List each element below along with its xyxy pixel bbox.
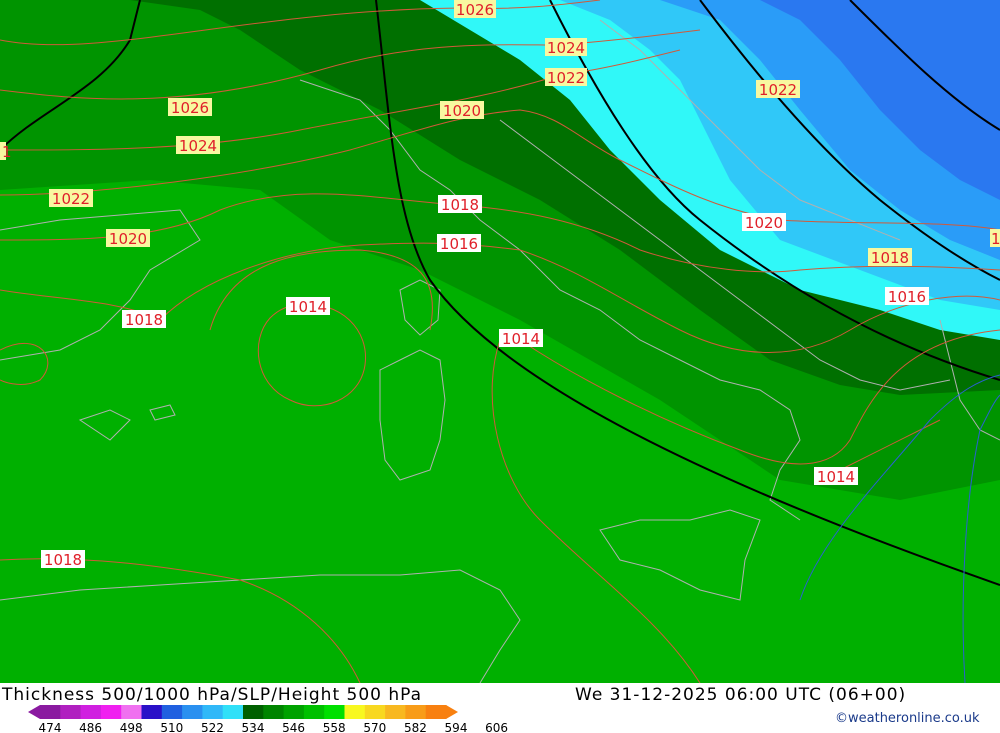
- legend-swatch: [40, 705, 61, 719]
- svg-text:1018: 1018: [125, 311, 163, 329]
- map-title: Thickness 500/1000 hPa/SLP/Height 500 hP…: [2, 685, 423, 705]
- svg-text:1026: 1026: [456, 1, 494, 19]
- pressure-label: 1020: [742, 213, 786, 232]
- pressure-label: 1018: [122, 310, 166, 329]
- legend-swatch: [100, 705, 122, 719]
- svg-text:1: 1: [991, 230, 1000, 248]
- legend-tick-label: 486: [79, 721, 102, 733]
- svg-text:1014: 1014: [289, 298, 327, 316]
- svg-text:1026: 1026: [171, 99, 209, 117]
- legend-swatch: [141, 705, 163, 719]
- legend-tick-label: 558: [323, 721, 346, 733]
- valid-time: We 31-12-2025 06:00 UTC (06+00): [575, 685, 907, 705]
- legend-tick-label: 594: [445, 721, 468, 733]
- svg-text:1018: 1018: [44, 551, 82, 569]
- legend-swatch: [202, 705, 224, 719]
- credit-link[interactable]: ©weatheronline.co.uk: [835, 711, 980, 726]
- svg-text:1020: 1020: [109, 230, 147, 248]
- pressure-label: 1024: [176, 136, 220, 155]
- legend-swatch: [161, 705, 183, 719]
- legend-swatch: [344, 705, 366, 719]
- svg-text:1014: 1014: [502, 330, 540, 348]
- pressure-label: 1014: [814, 467, 858, 486]
- pressure-label: 1022: [756, 80, 800, 99]
- legend-tick-label: 606: [485, 721, 508, 733]
- svg-text:1018: 1018: [441, 196, 479, 214]
- pressure-label: 1022: [545, 68, 587, 87]
- legend-swatch: [243, 705, 264, 719]
- map-footer: Thickness 500/1000 hPa/SLP/Height 500 hP…: [0, 683, 1000, 733]
- svg-text:1018: 1018: [871, 249, 909, 267]
- svg-text:1016: 1016: [440, 235, 478, 253]
- legend-tick-label: 474: [39, 721, 62, 733]
- pressure-label: 1014: [286, 297, 330, 316]
- legend-swatches: [28, 705, 458, 719]
- pressure-label: 1026: [454, 0, 496, 19]
- legend-swatch: [364, 705, 386, 719]
- svg-text:1016: 1016: [888, 288, 926, 306]
- legend-tick-label: 582: [404, 721, 427, 733]
- legend-swatch: [283, 705, 305, 719]
- legend-arrow-left: [28, 705, 40, 719]
- legend-swatch: [324, 705, 345, 719]
- legend-tick-label: 510: [160, 721, 183, 733]
- pressure-label: 1: [990, 229, 1000, 248]
- pressure-label: 1016: [437, 234, 481, 253]
- legend-arrow-right: [446, 705, 458, 719]
- legend-swatch: [263, 705, 285, 719]
- pressure-label: 1024: [545, 38, 587, 57]
- weather-map: 1026 1024 1022 1026 1024 1020 1022 1020 …: [0, 0, 1000, 683]
- legend-tick-label: 546: [282, 721, 305, 733]
- legend-swatch: [182, 705, 203, 719]
- pressure-label: 1020: [106, 229, 150, 248]
- svg-text:1020: 1020: [443, 102, 481, 120]
- pressure-label: 1018: [868, 248, 912, 267]
- pressure-label: 1018: [438, 195, 482, 214]
- legend-swatch: [60, 705, 82, 719]
- svg-text:1024: 1024: [547, 39, 585, 57]
- legend-swatch: [425, 705, 447, 719]
- legend-swatch: [303, 705, 325, 719]
- legend-swatch: [405, 705, 427, 719]
- svg-text:1022: 1022: [547, 69, 585, 87]
- svg-text:1: 1: [2, 143, 12, 161]
- svg-text:1022: 1022: [759, 81, 797, 99]
- color-legend: 474 486 498 510 522 534 546 558 570 582 594 606: [28, 705, 509, 733]
- legend-swatch: [385, 705, 406, 719]
- legend-swatch: [80, 705, 102, 719]
- svg-text:1022: 1022: [52, 190, 90, 208]
- pressure-label: 1022: [49, 189, 93, 208]
- svg-text:1024: 1024: [179, 137, 217, 155]
- legend-swatch: [121, 705, 142, 719]
- legend-tick-label: 534: [242, 721, 265, 733]
- legend-swatch: [222, 705, 244, 719]
- pressure-label: 1020: [440, 101, 484, 120]
- svg-text:1020: 1020: [745, 214, 783, 232]
- pressure-label: 1: [0, 142, 12, 161]
- legend-tick-label: 522: [201, 721, 224, 733]
- legend-tick-label: 498: [120, 721, 143, 733]
- legend-ticks: 474 486 498 510 522 534 546 558 570 582 594 606: [39, 721, 509, 733]
- pressure-label: 1014: [499, 329, 543, 348]
- pressure-label: 1026: [168, 98, 212, 117]
- pressure-label: 1018: [41, 550, 85, 569]
- pressure-label: 1016: [885, 287, 929, 306]
- legend-tick-label: 570: [363, 721, 386, 733]
- svg-text:1014: 1014: [817, 468, 855, 486]
